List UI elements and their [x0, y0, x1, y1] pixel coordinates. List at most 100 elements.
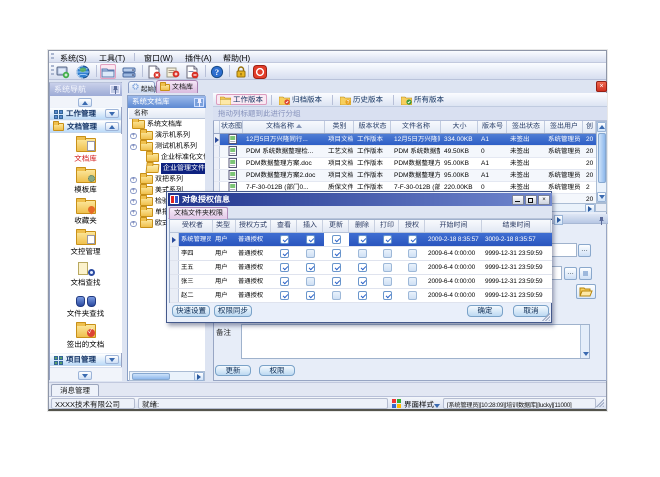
- perm-print-checkbox[interactable]: [376, 233, 399, 246]
- version-button-2[interactable]: ?历史版本: [337, 94, 386, 105]
- archive-drive-icon[interactable]: [121, 64, 137, 79]
- grid-column-file-name[interactable]: 文件名称: [392, 121, 441, 133]
- chevron-down-icon[interactable]: [105, 109, 119, 118]
- dropdown-arrow-icon[interactable]: [434, 402, 440, 408]
- perm-view-checkbox[interactable]: [272, 247, 297, 260]
- tree-node-2[interactable]: +测试机机系列: [129, 141, 205, 152]
- grid-column-version-no[interactable]: 版本号: [479, 121, 507, 133]
- pin-icon[interactable]: [596, 216, 606, 225]
- grid-column-version-state[interactable]: 版本状态: [355, 121, 391, 133]
- lock-icon[interactable]: [233, 64, 249, 79]
- sidebar-group-2[interactable]: 项目管理: [50, 353, 121, 366]
- perm-grant-checkbox[interactable]: [400, 261, 425, 274]
- perm-view-checkbox[interactable]: [272, 261, 297, 274]
- pin-icon[interactable]: [194, 98, 204, 107]
- toolbar-grip[interactable]: [51, 53, 54, 60]
- perm-delete-checkbox[interactable]: [350, 289, 375, 302]
- perm-grant-checkbox[interactable]: [400, 247, 425, 260]
- grid-column-extra[interactable]: 创: [584, 121, 596, 133]
- tree-header[interactable]: 系统文档库: [128, 96, 206, 108]
- tree-node-3[interactable]: 企业标准化文件: [129, 152, 205, 163]
- grid-row-0[interactable]: 12月5日万兴隆同行...项目文档工作版本12月5日万兴隆同行...334.00…: [214, 134, 596, 146]
- ellipsis-button[interactable]: …: [578, 244, 591, 257]
- perm-grant-checkbox[interactable]: [400, 275, 425, 288]
- perm-print-checkbox[interactable]: [376, 247, 399, 260]
- dialog-column-delete[interactable]: 删除: [350, 220, 375, 232]
- perm-update-checkbox[interactable]: [324, 247, 349, 260]
- dialog-column-grant[interactable]: 授权: [400, 220, 425, 232]
- perm-update-checkbox[interactable]: [324, 261, 349, 274]
- tree-expander-icon[interactable]: +: [130, 210, 137, 217]
- dialog-row-2[interactable]: 王五用户普通授权2009-6-4 0:00:009999-12-31 23:59…: [170, 261, 552, 275]
- dialog-row-0[interactable]: 系统管理员用户普通授权2009-2-18 8:35:573009-2-18 8:…: [170, 233, 552, 247]
- perm-insert-checkbox[interactable]: [298, 261, 323, 274]
- dialog-column-end-time[interactable]: 结束时间: [483, 220, 551, 232]
- grid-column-checkout-state[interactable]: 签出状态: [508, 121, 545, 133]
- perm-view-checkbox[interactable]: [272, 233, 297, 246]
- resize-grip[interactable]: [541, 312, 550, 321]
- sidebar-group-0[interactable]: 工作管理: [50, 107, 121, 120]
- sidebar-header[interactable]: 系统导航: [50, 83, 122, 96]
- perm-print-checkbox[interactable]: [376, 289, 399, 302]
- resize-grip[interactable]: [595, 398, 604, 407]
- close-icon[interactable]: ×: [538, 195, 550, 205]
- version-button-0[interactable]: 工作版本: [216, 94, 267, 105]
- scroll-right-icon[interactable]: [194, 372, 204, 381]
- style-label[interactable]: 界面样式: [404, 399, 434, 410]
- perm-insert-checkbox[interactable]: [298, 233, 323, 246]
- grid-column-status-icon[interactable]: 状态图: [221, 121, 243, 133]
- grid-row-2[interactable]: PDM数据整理方案.doc项目文档工作版本PDM数据整理方案.doc95.00K…: [214, 158, 596, 170]
- dialog-column-print[interactable]: 打印: [376, 220, 399, 232]
- grid-row-3[interactable]: PDM数据整理方案2.doc项目文档工作版本PDM数据整理方案2.doc95.0…: [214, 170, 596, 182]
- ellipsis-button[interactable]: …: [564, 267, 577, 280]
- toolbar-grip[interactable]: [51, 65, 54, 77]
- detail-folder-button[interactable]: [576, 284, 596, 299]
- sidebar-group-1[interactable]: 文档管理: [50, 120, 121, 133]
- perm-update-checkbox[interactable]: [324, 233, 349, 246]
- textarea-scrollbar[interactable]: [580, 325, 589, 358]
- version-button-3[interactable]: 所有版本: [398, 94, 447, 105]
- exit-icon[interactable]: [252, 64, 268, 79]
- sidebar-item-5[interactable]: 文件夹查找: [50, 289, 121, 319]
- sidebar-item-3[interactable]: 文控管理: [50, 227, 121, 257]
- sidebar-item-1[interactable]: 模板库: [50, 165, 121, 195]
- grid-column-checkout-user[interactable]: 签出用户: [546, 121, 583, 133]
- perm-delete-checkbox[interactable]: [350, 233, 375, 246]
- perm-print-checkbox[interactable]: [376, 261, 399, 274]
- tree-expander-icon[interactable]: +: [130, 177, 137, 184]
- perm-update-checkbox[interactable]: [324, 275, 349, 288]
- perm-delete-checkbox[interactable]: [350, 261, 375, 274]
- collapse-left-icon[interactable]: [554, 215, 563, 225]
- picker-button[interactable]: [579, 267, 592, 280]
- sidebar-item-0[interactable]: 文档库: [50, 134, 121, 164]
- sidebar-item-6[interactable]: 签出的文档: [50, 320, 121, 350]
- tree-hscrollbar[interactable]: [129, 371, 205, 381]
- perm-button[interactable]: 权限: [259, 365, 295, 376]
- perm-view-checkbox[interactable]: [272, 289, 297, 302]
- perm-grant-checkbox[interactable]: [400, 289, 425, 302]
- tree-column-header[interactable]: 名称: [129, 108, 205, 119]
- scrollbar-thumb[interactable]: [132, 373, 170, 380]
- grid-column-size[interactable]: 大小: [442, 121, 478, 133]
- perm-grant-checkbox[interactable]: [400, 233, 425, 246]
- version-button-1[interactable]: 归档版本: [276, 94, 325, 105]
- pin-icon[interactable]: [110, 85, 120, 94]
- dialog-column-grantee[interactable]: 受权者: [180, 220, 213, 232]
- doc-audit-icon[interactable]: [165, 64, 181, 79]
- chevron-down-icon[interactable]: [105, 355, 119, 364]
- perm-sync-button[interactable]: 权限同步: [214, 305, 252, 317]
- tab-start[interactable]: 起始页: [128, 81, 155, 93]
- dialog-row-4[interactable]: 赵二用户普通授权2009-6-4 0:00:009999-12-31 23:59…: [170, 289, 552, 303]
- doc-delete-icon[interactable]: [146, 64, 162, 79]
- grid-column-doc-name[interactable]: 文档名称: [244, 121, 325, 133]
- tree-expander-icon[interactable]: +: [130, 144, 137, 151]
- dialog-row-1[interactable]: 李四用户普通授权2009-6-4 0:00:009999-12-31 23:59…: [170, 247, 552, 261]
- desktop-icon[interactable]: [55, 64, 71, 79]
- perm-delete-checkbox[interactable]: [350, 275, 375, 288]
- tab-library[interactable]: 文档库: [156, 80, 198, 93]
- perm-insert-checkbox[interactable]: [298, 289, 323, 302]
- dialog-column-insert[interactable]: 插入: [298, 220, 323, 232]
- grid-column-category[interactable]: 类别: [326, 121, 354, 133]
- dialog-column-update[interactable]: 更新: [324, 220, 349, 232]
- sidebar-item-4[interactable]: 文档查找: [50, 258, 121, 288]
